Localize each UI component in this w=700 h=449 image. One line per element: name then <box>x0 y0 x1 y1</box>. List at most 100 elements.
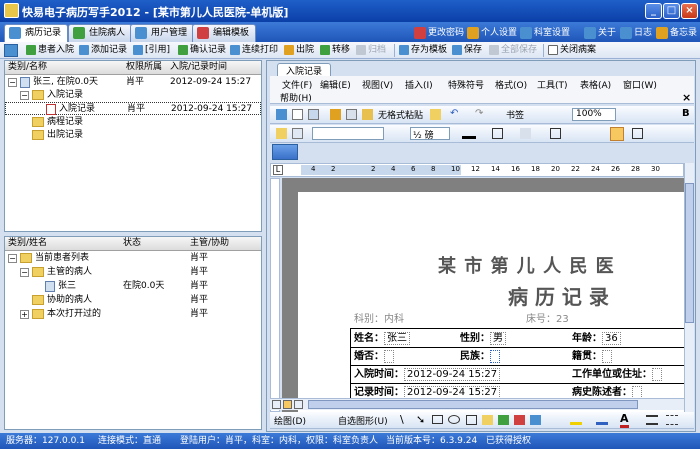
menu-window[interactable]: 窗口(W) <box>623 78 657 91</box>
quote-button[interactable]: [引用] <box>133 44 170 57</box>
collapse-icon[interactable]: − <box>20 268 29 277</box>
tree-row[interactable]: − 张三, 在院0.0天 肖平 2012-09-24 15:27 <box>5 76 261 89</box>
fill-color-icon[interactable] <box>570 415 582 425</box>
picture-icon[interactable] <box>530 415 541 425</box>
print-preview-icon[interactable] <box>292 109 303 120</box>
format-painter-icon[interactable] <box>430 109 441 120</box>
discharge-button[interactable]: 出院 <box>284 44 314 57</box>
save-icon[interactable] <box>4 44 18 57</box>
collapse-icon[interactable]: − <box>8 254 17 263</box>
vertical-scrollbar[interactable] <box>684 163 694 412</box>
memo-button[interactable]: 备忘录 <box>656 26 697 40</box>
tab-selector-icon[interactable]: L <box>273 165 283 175</box>
tree-row[interactable]: − 入院记录 <box>5 89 261 102</box>
draw-menu[interactable]: 绘图(D) <box>274 414 306 427</box>
origin-field[interactable] <box>602 350 612 363</box>
log-button[interactable]: 日志 <box>620 26 652 40</box>
save-as-template-button[interactable]: 存为模板 <box>399 44 447 57</box>
pencil-icon[interactable] <box>276 128 287 139</box>
tree-row[interactable]: 病程记录 <box>5 116 261 129</box>
ethnic-field[interactable] <box>490 350 500 363</box>
hscroll-thumb[interactable] <box>308 400 638 409</box>
rectangle-icon[interactable] <box>432 415 443 424</box>
expand-icon[interactable]: + <box>20 310 29 319</box>
line-color-icon[interactable] <box>596 415 608 425</box>
tab-user-management[interactable]: 用户管理 <box>130 24 195 42</box>
admit-time-field[interactable]: 2012-09-24 15:27 <box>404 368 501 381</box>
save-all-button[interactable]: 全部保存 <box>489 44 537 57</box>
dept-field[interactable]: 内科 <box>384 314 404 325</box>
save-button[interactable]: 保存 <box>452 44 482 57</box>
age-field[interactable]: 36 <box>602 332 621 345</box>
continuous-print-button[interactable]: 连续打印 <box>230 44 278 57</box>
textbox-icon[interactable] <box>466 415 477 425</box>
menu-format[interactable]: 格式(O) <box>495 78 527 91</box>
tab-medical-records[interactable]: 病历记录 <box>4 24 69 42</box>
patient-intake-button[interactable]: 患者入院 <box>26 44 74 57</box>
clipart-icon[interactable] <box>514 415 525 425</box>
print-view-icon[interactable] <box>294 400 303 409</box>
minimize-button[interactable]: _ <box>645 3 662 19</box>
undo-icon[interactable]: ↶ <box>450 108 458 119</box>
work-field[interactable] <box>652 368 662 381</box>
autoshape-menu[interactable]: 自选图形(U) <box>338 414 388 427</box>
save-doc-icon[interactable] <box>276 109 287 120</box>
print-icon[interactable] <box>308 109 319 120</box>
tree-row[interactable]: 张三 在院0.0天 肖平 <box>5 280 261 293</box>
cut-icon[interactable] <box>330 109 341 120</box>
menu-table[interactable]: 表格(A) <box>580 78 611 91</box>
font-color-icon[interactable]: A <box>620 413 629 428</box>
tree-row-selected[interactable]: 入院记录 肖平 2012-09-24 15:27 <box>5 102 261 115</box>
maximize-button[interactable]: □ <box>663 3 680 19</box>
name-field[interactable]: 张三 <box>384 332 410 345</box>
menu-special-symbols[interactable]: 特殊符号 <box>448 78 484 91</box>
tree-row[interactable]: 协助的病人 肖平 <box>5 294 261 307</box>
web-view-icon[interactable] <box>283 400 292 409</box>
oval-icon[interactable] <box>448 415 460 424</box>
bookmark-button[interactable]: 书签 <box>506 108 524 121</box>
column-header[interactable]: 权限所属 <box>126 61 162 74</box>
line-style-select[interactable] <box>312 127 384 140</box>
split-cell-icon[interactable] <box>632 128 643 139</box>
collapse-icon[interactable]: − <box>20 91 29 100</box>
wordart-icon[interactable] <box>482 415 493 425</box>
about-button[interactable]: 关于 <box>584 26 616 40</box>
border-color-icon[interactable] <box>462 128 476 139</box>
borders-icon[interactable] <box>492 128 503 139</box>
line-weight-select[interactable]: ½ 磅 <box>410 127 450 141</box>
scroll-thumb[interactable] <box>685 183 694 323</box>
column-header[interactable]: 入院/记录时间 <box>170 61 227 74</box>
dash-style-icon[interactable] <box>666 415 678 425</box>
close-doc-icon[interactable]: × <box>682 91 691 104</box>
menu-tools[interactable]: 工具(T) <box>537 78 568 91</box>
sex-field[interactable]: 男 <box>490 332 506 345</box>
tab-edit-template[interactable]: 编辑模板 <box>192 24 257 42</box>
toolbar-options-button[interactable] <box>272 144 298 160</box>
eraser-icon[interactable] <box>292 128 303 139</box>
menu-edit[interactable]: 编辑(E) <box>320 78 351 91</box>
normal-view-icon[interactable] <box>272 400 281 409</box>
collapse-icon[interactable]: − <box>8 78 17 87</box>
archive-button[interactable]: 归档 <box>356 44 386 57</box>
column-header[interactable]: 状态 <box>123 237 141 250</box>
tree-row[interactable]: − 主管的病人 肖平 <box>5 266 261 279</box>
table-icon[interactable] <box>550 128 561 139</box>
bed-field[interactable]: 23 <box>556 314 569 325</box>
paste-plain-button[interactable]: 无格式粘贴 <box>378 108 423 121</box>
menu-file[interactable]: 文件(F) <box>282 78 312 91</box>
line-icon[interactable]: \ <box>400 413 404 426</box>
transfer-button[interactable]: 转移 <box>320 44 350 57</box>
menu-help[interactable]: 帮助(H) <box>280 91 312 104</box>
zoom-select[interactable]: 100% <box>572 108 616 121</box>
personal-settings-button[interactable]: 个人设置 <box>467 26 517 40</box>
column-header[interactable]: 主管/协助 <box>190 237 229 250</box>
redo-icon[interactable]: ↷ <box>475 108 483 119</box>
align-icon[interactable] <box>610 127 624 141</box>
column-header[interactable]: 类别/姓名 <box>8 237 47 250</box>
change-password-button[interactable]: 更改密码 <box>414 26 464 40</box>
tab-inpatients[interactable]: 住院病人 <box>68 24 133 42</box>
shading-icon[interactable] <box>520 128 531 139</box>
tree-row[interactable]: + 本次打开过的 肖平 <box>5 308 261 321</box>
marital-field[interactable] <box>384 350 394 363</box>
tree-row[interactable]: 出院记录 <box>5 129 261 142</box>
